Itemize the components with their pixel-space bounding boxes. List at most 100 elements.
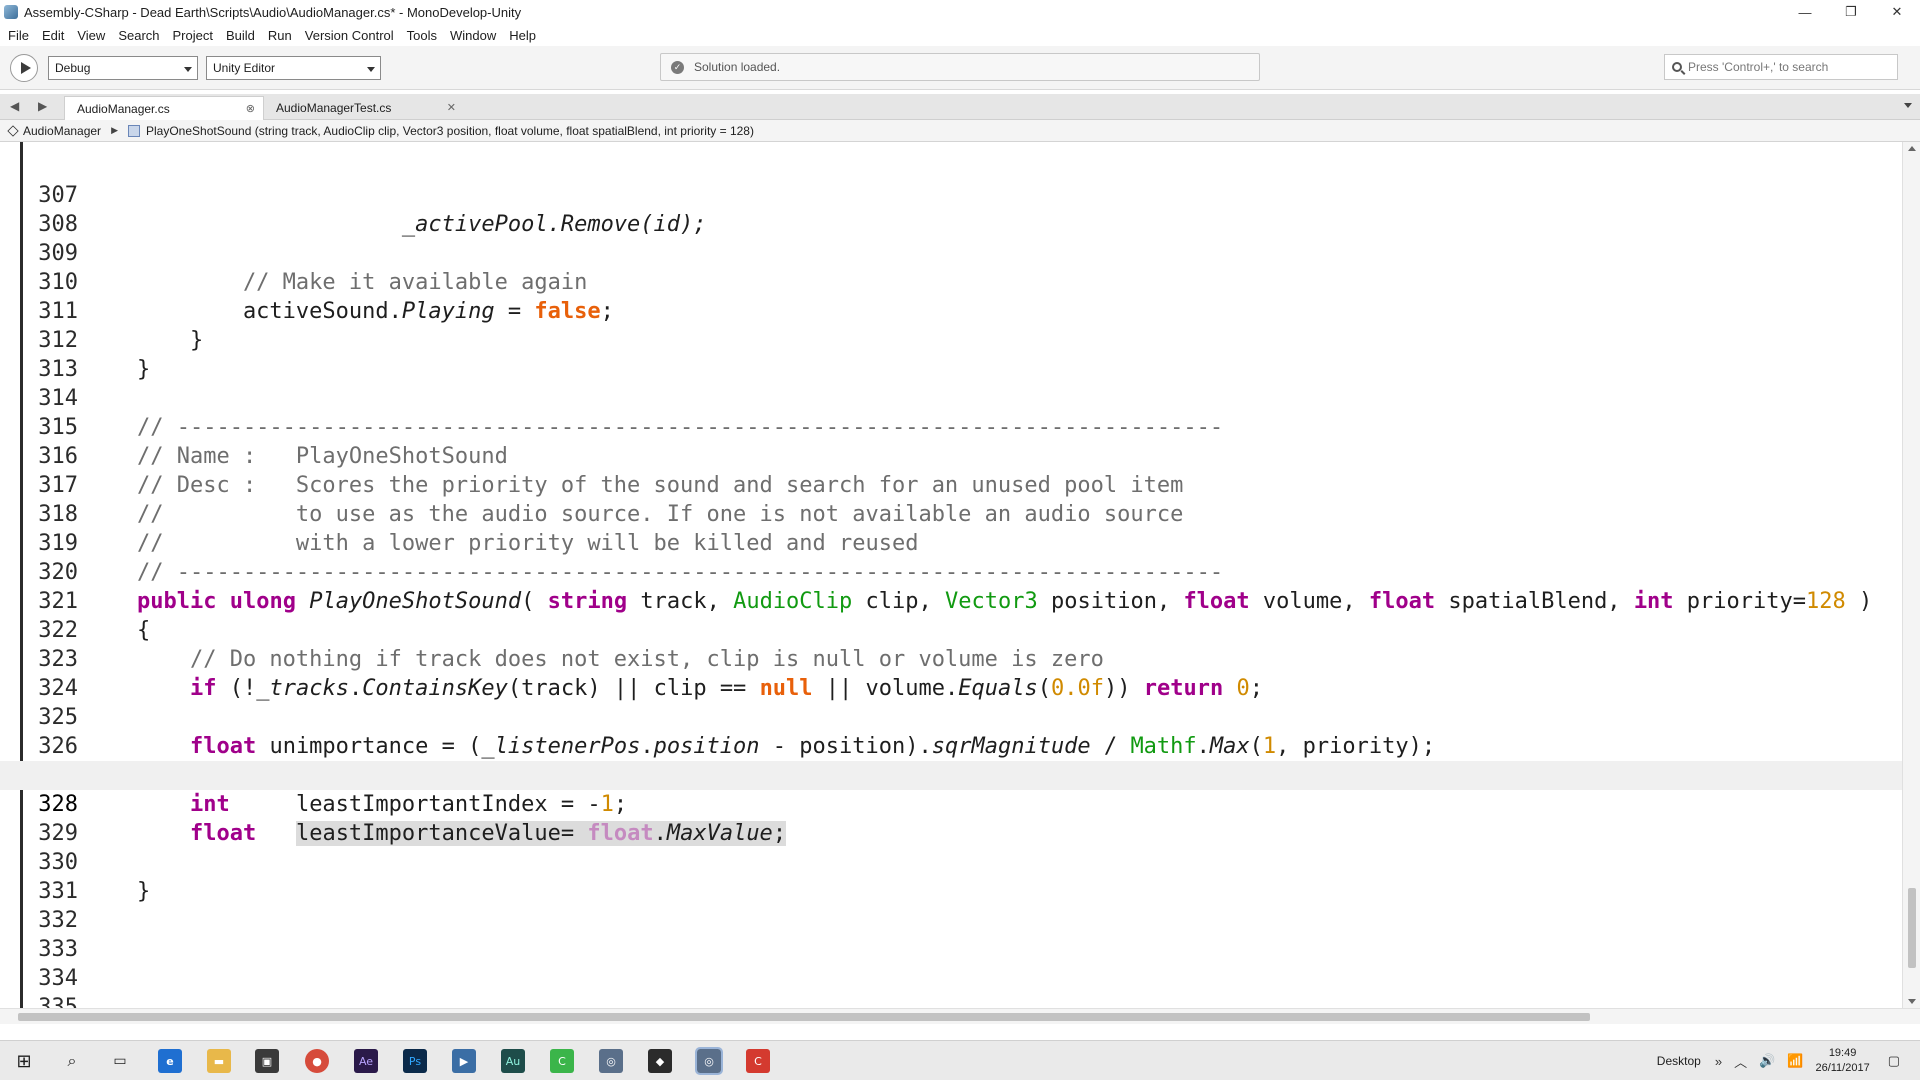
store-icon[interactable]: ▣ [255,1049,279,1073]
horizontal-scroll-thumb[interactable] [18,1013,1590,1021]
monodevelop-active-icon[interactable]: ◎ [695,1047,723,1075]
tab-list-dropdown-icon[interactable] [1904,103,1912,108]
code-line[interactable]: 333 [0,906,1902,962]
menu-version-control[interactable]: Version Control [305,28,394,43]
code-line[interactable]: 334 [0,935,1902,991]
clock-date: 26/11/2017 [1815,1062,1870,1074]
code-line[interactable]: 321 { [0,558,1902,643]
breadcrumb-separator-icon: ▶ [111,125,118,135]
after-effects-icon[interactable]: Ae [354,1049,378,1073]
code-line[interactable]: 331 [0,848,1902,904]
tab-audiomanagertest[interactable]: AudioManagerTest.cs ✕ [264,96,464,120]
code-line[interactable]: 313 [0,326,1902,382]
chrome-icon[interactable]: ● [305,1049,329,1073]
run-button[interactable] [10,54,38,82]
search-icon [1672,62,1682,72]
menu-window[interactable]: Window [450,28,496,43]
media-player-icon[interactable]: ▶ [452,1049,476,1073]
unity-icon[interactable]: ◆ [648,1049,672,1073]
audition-icon[interactable]: Au [501,1049,525,1073]
minimize-button[interactable]: — [1782,0,1828,24]
menu-help[interactable]: Help [509,28,536,43]
menu-build[interactable]: Build [226,28,255,43]
code-line[interactable]: 311 } [0,268,1902,353]
tab-close-icon[interactable]: ⊗ [246,102,255,115]
code-line[interactable]: 324 [0,645,1902,701]
breadcrumb-class[interactable]: AudioManager [23,124,101,138]
code-line[interactable]: 312 } [0,297,1902,382]
vertical-scrollbar[interactable] [1902,142,1920,1008]
tab-close-icon[interactable]: ✕ [447,101,456,114]
code-line[interactable]: 330 } [0,819,1902,904]
menu-view[interactable]: View [77,28,105,43]
code-line[interactable]: 314 // ---------------------------------… [0,355,1902,440]
title-bar: Assembly-CSharp - Dead Earth\Scripts\Aud… [0,0,1920,24]
code-line[interactable]: 310 activeSound.Playing = false; [0,239,1902,324]
edge-icon[interactable]: e [158,1049,182,1073]
task-view-icon[interactable]: ▭ [108,1049,132,1073]
code-line[interactable]: 316 // Desc : Scores the priority of the… [0,413,1902,498]
breadcrumb: AudioManager ▶ PlayOneShotSound (string … [0,120,1920,142]
status-area: ✓ Solution loaded. [660,53,1260,81]
vertical-scroll-thumb[interactable] [1908,888,1916,968]
search-icon[interactable]: ⌕ [60,1049,84,1073]
scroll-down-icon[interactable] [1908,999,1916,1004]
window-controls: — ❐ ✕ [1782,0,1920,24]
code-line[interactable]: 326 [0,703,1902,759]
volume-icon[interactable]: 🔊 [1759,1053,1775,1069]
file-explorer-icon[interactable]: ▬ [207,1049,231,1073]
menu-tools[interactable]: Tools [407,28,437,43]
recorder-icon[interactable]: C [746,1049,770,1073]
current-code-line[interactable]: 328 float leastImportanceValue= float.Ma… [0,761,1902,846]
code-line[interactable]: 320 public ulong PlayOneShotSound( strin… [0,529,1902,614]
class-icon [7,124,19,137]
code-line[interactable]: 308 [0,181,1902,237]
code-line[interactable]: 323 if (!_tracks.ContainsKey(track) || c… [0,616,1902,701]
search-input[interactable]: Press 'Control+,' to search [1664,54,1898,80]
target-value: Unity Editor [213,61,276,75]
document-tab-bar: ◀ ▶ AudioManager.cs ⊗ AudioManagerTest.c… [0,94,1920,120]
menu-run[interactable]: Run [268,28,292,43]
code-line[interactable]: 327 int leastImportantIndex = -1; [0,732,1902,817]
menu-file[interactable]: File [8,28,29,43]
scroll-up-icon[interactable] [1908,146,1916,151]
code-line[interactable]: 335 } [0,964,1902,1008]
configuration-select[interactable]: Debug [48,56,198,80]
code-line[interactable]: 315 // Name : PlayOneShotSound [0,384,1902,469]
camtasia-icon[interactable]: C [550,1049,574,1073]
notifications-icon[interactable]: ▢ [1888,1053,1900,1069]
code-line[interactable]: 332 [0,877,1902,933]
code-line[interactable]: 318 // with a lower priority will be kil… [0,471,1902,556]
search-placeholder: Press 'Control+,' to search [1688,60,1829,74]
code-line[interactable]: 319 // ---------------------------------… [0,500,1902,585]
tab-scroll-right-icon[interactable]: ▶ [38,99,47,113]
close-button[interactable]: ✕ [1874,0,1920,24]
horizontal-scrollbar[interactable] [0,1008,1920,1024]
target-select[interactable]: Unity Editor [206,56,381,80]
code-line[interactable]: 317 // to use as the audio source. If on… [0,442,1902,527]
code-editor[interactable]: 307 _activePool.Remove(id); 308 309 // M… [0,142,1902,1008]
windows-start-icon[interactable]: ⊞ [12,1049,36,1073]
photoshop-icon[interactable]: Ps [403,1049,427,1073]
tray-overflow-icon[interactable]: ︿ [1734,1052,1747,1071]
play-icon [20,62,31,74]
menu-edit[interactable]: Edit [42,28,64,43]
tab-audiomanager[interactable]: AudioManager.cs ⊗ [64,96,264,120]
code-line[interactable]: 329 [0,790,1902,846]
code-line[interactable]: 307 _activePool.Remove(id); [0,152,1902,237]
network-icon[interactable]: 📶 [1787,1053,1803,1069]
system-clock[interactable]: 19:49 26/11/2017 [1815,1046,1869,1076]
tab-label: AudioManager.cs [77,101,170,116]
toolbar-chevron-icon[interactable]: » [1715,1054,1722,1069]
menu-project[interactable]: Project [173,28,213,43]
tab-scroll-left-icon[interactable]: ◀ [10,99,19,113]
code-line[interactable]: 309 // Make it available again [0,210,1902,295]
desktop-toolbar-label[interactable]: Desktop [1657,1054,1701,1068]
tab-label: AudioManagerTest.cs [276,101,392,115]
code-line[interactable]: 325 float unimportance = (_listenerPos.p… [0,674,1902,759]
breadcrumb-member[interactable]: PlayOneShotSound (string track, AudioCli… [146,124,754,138]
restore-button[interactable]: ❐ [1828,0,1874,24]
code-line[interactable]: 322 // Do nothing if track does not exis… [0,587,1902,672]
monodevelop-icon[interactable]: ◎ [599,1049,623,1073]
menu-search[interactable]: Search [118,28,159,43]
